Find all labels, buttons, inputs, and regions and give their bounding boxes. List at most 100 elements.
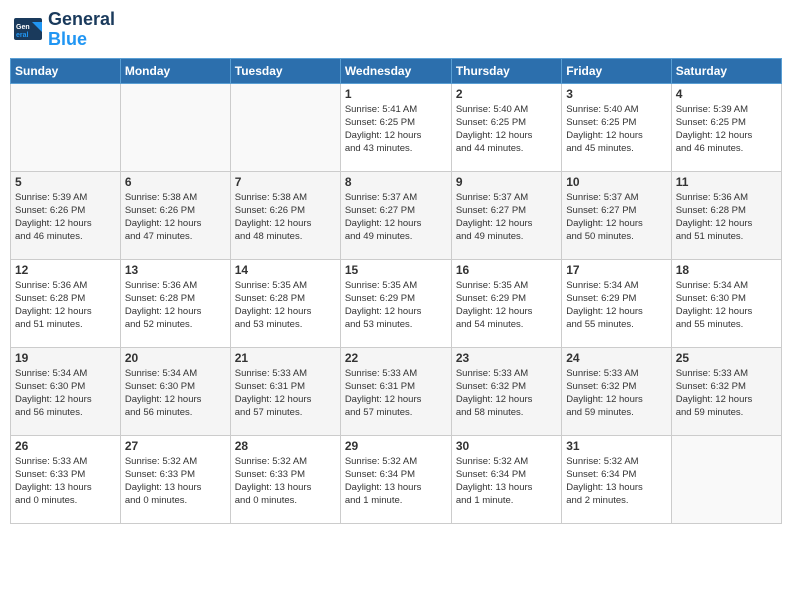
calendar-cell: 7 Sunrise: 5:38 AM Sunset: 6:26 PM Daylig… — [230, 171, 340, 259]
calendar-cell: 29 Sunrise: 5:32 AM Sunset: 6:34 PM Dayli… — [340, 435, 451, 523]
day-number: 26 — [15, 439, 116, 453]
day-info: Sunrise: 5:39 AM Sunset: 6:26 PM Dayligh… — [15, 191, 116, 244]
day-info: Sunrise: 5:33 AM Sunset: 6:31 PM Dayligh… — [345, 367, 447, 420]
calendar-body: 1 Sunrise: 5:41 AM Sunset: 6:25 PM Daylig… — [11, 83, 782, 523]
calendar-cell — [230, 83, 340, 171]
day-info: Sunrise: 5:38 AM Sunset: 6:26 PM Dayligh… — [125, 191, 226, 244]
calendar-cell: 4Sunrise: 5:39 AM Sunset: 6:25 PM Daylig… — [671, 83, 781, 171]
day-info: Sunrise: 5:33 AM Sunset: 6:33 PM Dayligh… — [15, 455, 116, 508]
day-info: Sunrise: 5:40 AM Sunset: 6:25 PM Dayligh… — [566, 103, 666, 156]
day-info: Sunrise: 5:32 AM Sunset: 6:33 PM Dayligh… — [235, 455, 336, 508]
day-info: Sunrise: 5:32 AM Sunset: 6:33 PM Dayligh… — [125, 455, 226, 508]
calendar-cell: 27 Sunrise: 5:32 AM Sunset: 6:33 PM Dayli… — [120, 435, 230, 523]
day-info: Sunrise: 5:35 AM Sunset: 6:29 PM Dayligh… — [345, 279, 447, 332]
day-number: 27 — [125, 439, 226, 453]
day-number: 13 — [125, 263, 226, 277]
day-number: 1 — [345, 87, 447, 101]
weekday-header-monday: Monday — [120, 58, 230, 83]
calendar-table: SundayMondayTuesdayWednesdayThursdayFrid… — [10, 58, 782, 524]
calendar-cell — [11, 83, 121, 171]
calendar-cell: 12 Sunrise: 5:36 AM Sunset: 6:28 PM Dayli… — [11, 259, 121, 347]
calendar-cell: 18Sunrise: 5:34 AM Sunset: 6:30 PM Dayli… — [671, 259, 781, 347]
day-number: 18 — [676, 263, 777, 277]
day-number: 16 — [456, 263, 557, 277]
calendar-week-5: 26 Sunrise: 5:33 AM Sunset: 6:33 PM Dayli… — [11, 435, 782, 523]
day-info: Sunrise: 5:36 AM Sunset: 6:28 PM Dayligh… — [125, 279, 226, 332]
logo-icon: Gen eral — [14, 18, 44, 42]
calendar-header: SundayMondayTuesdayWednesdayThursdayFrid… — [11, 58, 782, 83]
day-info: Sunrise: 5:36 AM Sunset: 6:28 PM Dayligh… — [15, 279, 116, 332]
calendar-cell: 20Sunrise: 5:34 AM Sunset: 6:30 PM Dayli… — [120, 347, 230, 435]
logo: Gen eral General Blue — [14, 10, 115, 50]
calendar-cell: 6 Sunrise: 5:38 AM Sunset: 6:26 PM Daylig… — [120, 171, 230, 259]
calendar-cell: 9 Sunrise: 5:37 AM Sunset: 6:27 PM Daylig… — [451, 171, 561, 259]
calendar-cell: 13 Sunrise: 5:36 AM Sunset: 6:28 PM Dayli… — [120, 259, 230, 347]
calendar-cell — [120, 83, 230, 171]
day-number: 7 — [235, 175, 336, 189]
day-info: Sunrise: 5:37 AM Sunset: 6:27 PM Dayligh… — [456, 191, 557, 244]
calendar-cell: 3 Sunrise: 5:40 AM Sunset: 6:25 PM Daylig… — [562, 83, 671, 171]
day-number: 12 — [15, 263, 116, 277]
day-number: 10 — [566, 175, 666, 189]
day-number: 9 — [456, 175, 557, 189]
calendar-cell: 8 Sunrise: 5:37 AM Sunset: 6:27 PM Daylig… — [340, 171, 451, 259]
weekday-header-saturday: Saturday — [671, 58, 781, 83]
calendar-week-2: 5 Sunrise: 5:39 AM Sunset: 6:26 PM Daylig… — [11, 171, 782, 259]
calendar-week-1: 1 Sunrise: 5:41 AM Sunset: 6:25 PM Daylig… — [11, 83, 782, 171]
day-info: Sunrise: 5:33 AM Sunset: 6:32 PM Dayligh… — [566, 367, 666, 420]
day-info: Sunrise: 5:36 AM Sunset: 6:28 PM Dayligh… — [676, 191, 777, 244]
day-number: 17 — [566, 263, 666, 277]
calendar-cell: 24 Sunrise: 5:33 AM Sunset: 6:32 PM Dayli… — [562, 347, 671, 435]
calendar-cell: 21Sunrise: 5:33 AM Sunset: 6:31 PM Dayli… — [230, 347, 340, 435]
day-info: Sunrise: 5:37 AM Sunset: 6:27 PM Dayligh… — [345, 191, 447, 244]
day-number: 23 — [456, 351, 557, 365]
day-info: Sunrise: 5:32 AM Sunset: 6:34 PM Dayligh… — [345, 455, 447, 508]
calendar-cell: 31Sunrise: 5:32 AM Sunset: 6:34 PM Dayli… — [562, 435, 671, 523]
day-info: Sunrise: 5:33 AM Sunset: 6:32 PM Dayligh… — [456, 367, 557, 420]
day-number: 31 — [566, 439, 666, 453]
calendar-cell: 30 Sunrise: 5:32 AM Sunset: 6:34 PM Dayli… — [451, 435, 561, 523]
page-header: Gen eral General Blue — [10, 10, 782, 50]
day-info: Sunrise: 5:35 AM Sunset: 6:29 PM Dayligh… — [456, 279, 557, 332]
day-info: Sunrise: 5:38 AM Sunset: 6:26 PM Dayligh… — [235, 191, 336, 244]
day-info: Sunrise: 5:34 AM Sunset: 6:30 PM Dayligh… — [15, 367, 116, 420]
day-info: Sunrise: 5:39 AM Sunset: 6:25 PM Dayligh… — [676, 103, 777, 156]
day-info: Sunrise: 5:40 AM Sunset: 6:25 PM Dayligh… — [456, 103, 557, 156]
day-number: 5 — [15, 175, 116, 189]
calendar-cell: 11 Sunrise: 5:36 AM Sunset: 6:28 PM Dayli… — [671, 171, 781, 259]
svg-text:Gen: Gen — [16, 24, 30, 31]
calendar-cell: 19 Sunrise: 5:34 AM Sunset: 6:30 PM Dayli… — [11, 347, 121, 435]
logo-text: General Blue — [48, 10, 115, 50]
calendar-week-4: 19 Sunrise: 5:34 AM Sunset: 6:30 PM Dayli… — [11, 347, 782, 435]
day-number: 30 — [456, 439, 557, 453]
calendar-cell: 15Sunrise: 5:35 AM Sunset: 6:29 PM Dayli… — [340, 259, 451, 347]
svg-text:eral: eral — [16, 32, 29, 39]
day-number: 29 — [345, 439, 447, 453]
day-info: Sunrise: 5:34 AM Sunset: 6:29 PM Dayligh… — [566, 279, 666, 332]
day-number: 22 — [345, 351, 447, 365]
day-info: Sunrise: 5:41 AM Sunset: 6:25 PM Dayligh… — [345, 103, 447, 156]
calendar-week-3: 12 Sunrise: 5:36 AM Sunset: 6:28 PM Dayli… — [11, 259, 782, 347]
day-info: Sunrise: 5:35 AM Sunset: 6:28 PM Dayligh… — [235, 279, 336, 332]
calendar-cell: 1 Sunrise: 5:41 AM Sunset: 6:25 PM Daylig… — [340, 83, 451, 171]
day-info: Sunrise: 5:32 AM Sunset: 6:34 PM Dayligh… — [456, 455, 557, 508]
day-info: Sunrise: 5:33 AM Sunset: 6:32 PM Dayligh… — [676, 367, 777, 420]
day-number: 28 — [235, 439, 336, 453]
day-number: 19 — [15, 351, 116, 365]
day-number: 8 — [345, 175, 447, 189]
day-number: 6 — [125, 175, 226, 189]
day-number: 25 — [676, 351, 777, 365]
calendar-cell: 25 Sunrise: 5:33 AM Sunset: 6:32 PM Dayli… — [671, 347, 781, 435]
weekday-header-thursday: Thursday — [451, 58, 561, 83]
day-number: 21 — [235, 351, 336, 365]
day-number: 3 — [566, 87, 666, 101]
day-info: Sunrise: 5:34 AM Sunset: 6:30 PM Dayligh… — [125, 367, 226, 420]
day-number: 11 — [676, 175, 777, 189]
calendar-cell: 16 Sunrise: 5:35 AM Sunset: 6:29 PM Dayli… — [451, 259, 561, 347]
day-number: 14 — [235, 263, 336, 277]
weekday-header-wednesday: Wednesday — [340, 58, 451, 83]
day-info: Sunrise: 5:37 AM Sunset: 6:27 PM Dayligh… — [566, 191, 666, 244]
calendar-cell: 2Sunrise: 5:40 AM Sunset: 6:25 PM Daylig… — [451, 83, 561, 171]
day-number: 24 — [566, 351, 666, 365]
calendar-cell: 23 Sunrise: 5:33 AM Sunset: 6:32 PM Dayli… — [451, 347, 561, 435]
